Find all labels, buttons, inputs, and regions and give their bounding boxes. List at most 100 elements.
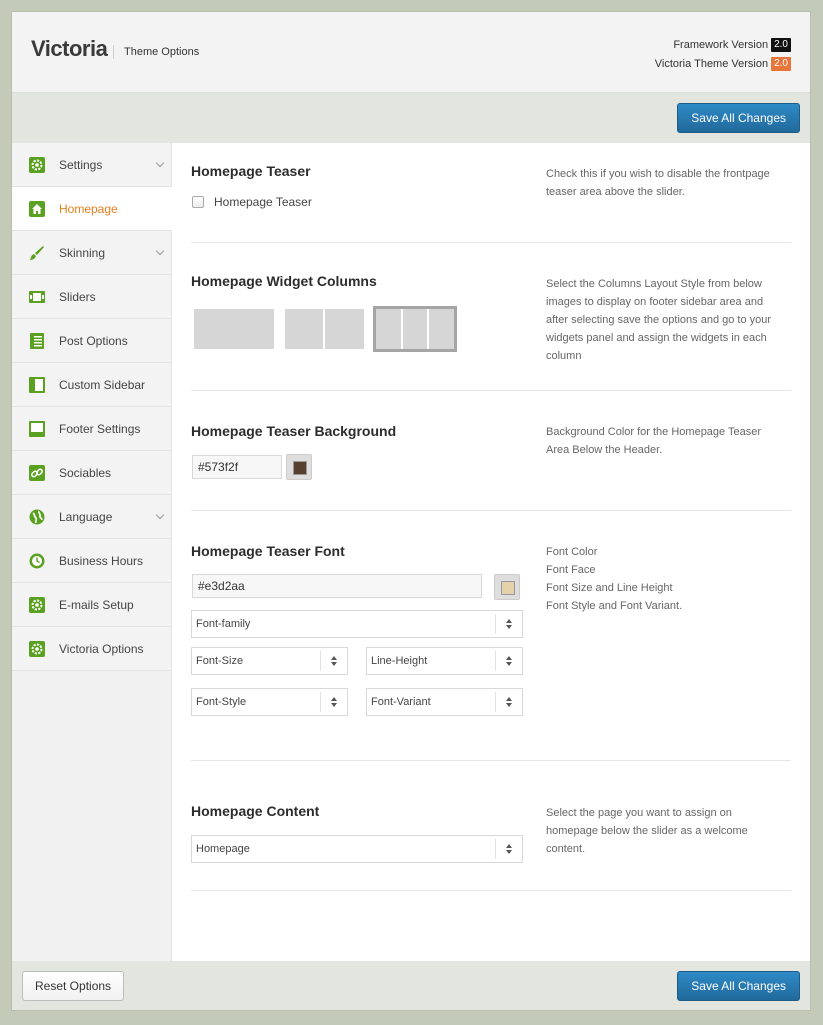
main-content: Homepage Teaser Homepage Teaser Check th… (191, 143, 791, 961)
section-title: Homepage Widget Columns (191, 273, 377, 289)
sidebar: Settings Homepage Skinning Sliders Post … (12, 143, 172, 961)
chevron-down-icon[interactable] (155, 246, 165, 256)
line-height-select[interactable]: Line-Height (366, 647, 523, 675)
sidebar-item-label: Business Hours (59, 553, 144, 568)
sidebar-item-business-hours[interactable]: Business Hours (12, 539, 171, 583)
sidebar-item-footer-settings[interactable]: Footer Settings (12, 407, 171, 451)
footer-icon (29, 420, 45, 437)
app-title: Victoria (31, 36, 108, 61)
sidebar-item-label: Settings (59, 157, 103, 172)
select-arrows-icon (495, 651, 522, 671)
sidebar-icon (29, 376, 45, 393)
framework-version-label: Framework Version (673, 39, 769, 51)
homepage-teaser-checkbox[interactable] (192, 196, 204, 208)
theme-version-badge: 2.0 (771, 57, 791, 71)
gear-icon (29, 156, 45, 173)
teaser-background-color-picker[interactable] (286, 454, 312, 480)
section-title: Homepage Content (191, 803, 320, 819)
teaser-background-color-input[interactable]: #573f2f (192, 455, 282, 479)
section-teaser-font: Homepage Teaser Font #e3d2aa Font-family… (191, 511, 791, 761)
theme-options-panel: Victoria Theme Options Framework Version… (11, 11, 811, 1011)
section-description: Font Color Font Face Font Size and Line … (546, 543, 781, 615)
sidebar-item-label: Homepage (59, 201, 118, 216)
font-family-select[interactable]: Font-family (191, 610, 523, 638)
section-homepage-teaser: Homepage Teaser Homepage Teaser Check th… (191, 143, 791, 243)
clock-icon (29, 553, 45, 568)
layout-option-one-column[interactable] (194, 309, 274, 349)
select-value: Font-Variant (371, 696, 431, 708)
save-all-changes-button[interactable]: Save All Changes (677, 971, 800, 1001)
page-subtitle: Theme Options (124, 46, 200, 58)
select-arrows-icon (495, 614, 522, 634)
sidebar-item-label: Footer Settings (59, 421, 141, 436)
teaser-font-color-picker[interactable] (494, 574, 520, 600)
color-swatch (293, 461, 307, 475)
sidebar-item-label: Victoria Options (59, 641, 144, 656)
bottom-toolbar: Reset Options Save All Changes (12, 961, 810, 1010)
section-description: Background Color for the Homepage Teaser… (546, 426, 762, 456)
sliders-icon (29, 290, 45, 303)
select-value: Homepage (196, 843, 250, 855)
sidebar-item-sociables[interactable]: Sociables (12, 451, 171, 495)
framework-version-badge: 2.0 (771, 38, 791, 52)
section-description: Select the Columns Layout Style from bel… (546, 278, 772, 362)
section-title: Homepage Teaser Background (191, 423, 397, 439)
desc-line: Font Face (546, 564, 596, 576)
sidebar-item-custom-sidebar[interactable]: Custom Sidebar (12, 363, 171, 407)
layout-option-two-columns[interactable] (285, 309, 364, 349)
document-icon (30, 332, 44, 349)
section-teaser-background: Homepage Teaser Background #573f2f Backg… (191, 391, 791, 511)
gear-icon (29, 596, 45, 613)
title-divider (113, 45, 114, 59)
sidebar-item-label: Custom Sidebar (59, 377, 146, 392)
gear-icon (29, 640, 45, 657)
sidebar-item-label: Skinning (59, 245, 106, 260)
desc-line: Font Size and Line Height (546, 582, 673, 594)
section-homepage-content: Homepage Content Homepage Select the pag… (191, 761, 791, 891)
select-value: Font-Size (196, 655, 244, 667)
home-icon (29, 200, 45, 217)
sidebar-item-sliders[interactable]: Sliders (12, 275, 171, 319)
teaser-font-color-input[interactable]: #e3d2aa (192, 574, 482, 598)
sidebar-item-victoria-options[interactable]: Victoria Options (12, 627, 171, 671)
select-value: Font-family (196, 618, 251, 630)
sidebar-item-post-options[interactable]: Post Options (12, 319, 171, 363)
section-widget-columns: Homepage Widget Columns Select the Colum… (191, 243, 791, 391)
font-size-select[interactable]: Font-Size (191, 647, 348, 675)
checkbox-label: Homepage Teaser (214, 195, 312, 209)
globe-icon (29, 509, 45, 524)
select-value: Line-Height (371, 655, 428, 667)
reset-options-button[interactable]: Reset Options (22, 971, 125, 1001)
sidebar-item-homepage[interactable]: Homepage (12, 187, 172, 231)
section-title: Homepage Teaser Font (191, 543, 345, 559)
section-title: Homepage Teaser (191, 163, 311, 179)
sidebar-item-label: Sociables (59, 465, 112, 480)
select-arrows-icon (495, 692, 522, 712)
select-value: Font-Style (196, 696, 247, 708)
font-variant-select[interactable]: Font-Variant (366, 688, 523, 716)
sidebar-item-label: Language (59, 509, 113, 524)
sidebar-item-skinning[interactable]: Skinning (12, 231, 171, 275)
font-style-select[interactable]: Font-Style (191, 688, 348, 716)
sidebar-item-label: Sliders (59, 289, 96, 304)
chevron-down-icon[interactable] (155, 158, 165, 168)
sidebar-item-language[interactable]: Language (12, 495, 171, 539)
sidebar-item-label: E-mails Setup (59, 597, 134, 612)
layout-options (191, 305, 491, 355)
homepage-content-select[interactable]: Homepage (191, 835, 523, 863)
top-toolbar: Save All Changes (12, 93, 810, 143)
chevron-down-icon[interactable] (155, 510, 165, 520)
sidebar-item-emails-setup[interactable]: E-mails Setup (12, 583, 171, 627)
sidebar-item-label: Post Options (59, 333, 128, 348)
section-description: Check this if you wish to disable the fr… (546, 168, 770, 198)
select-arrows-icon (320, 651, 347, 671)
layout-option-three-columns[interactable] (373, 306, 457, 352)
select-arrows-icon (320, 692, 347, 712)
brush-icon (30, 245, 44, 260)
sidebar-item-settings[interactable]: Settings (12, 143, 171, 187)
desc-line: Font Style and Font Variant. (546, 600, 683, 612)
save-all-changes-button[interactable]: Save All Changes (677, 103, 800, 133)
header: Victoria Theme Options Framework Version… (12, 12, 810, 93)
desc-line: Font Color (546, 546, 598, 558)
link-icon (29, 464, 45, 481)
